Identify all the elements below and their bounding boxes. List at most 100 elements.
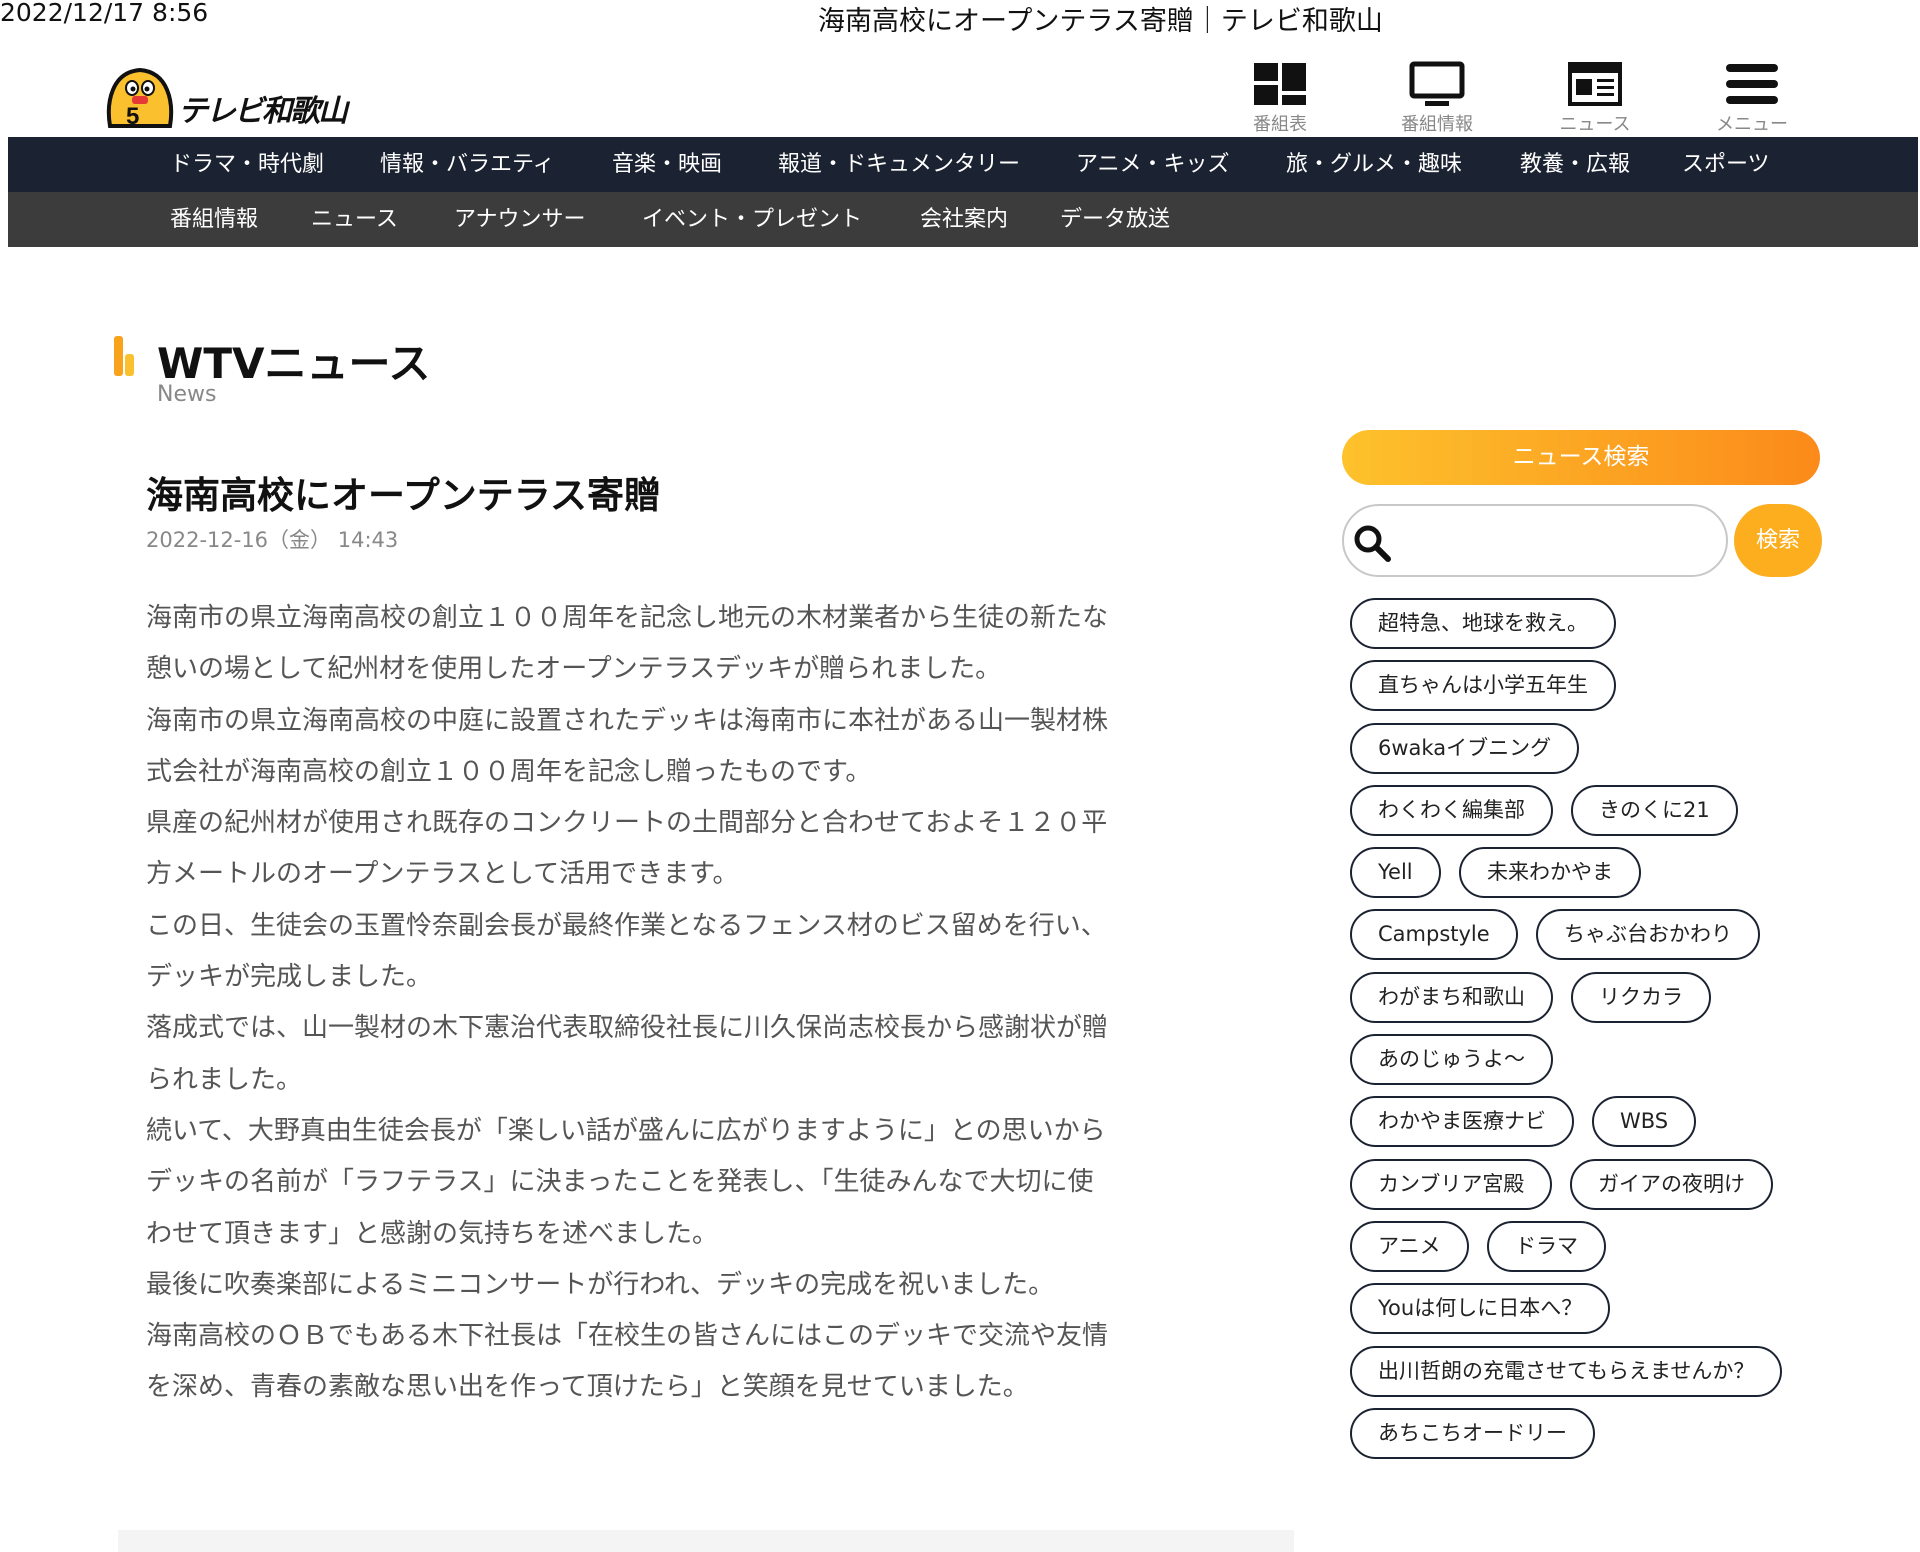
program-tag[interactable]: わくわく編集部: [1350, 784, 1553, 836]
top-nav-schedule[interactable]: 番組表: [1220, 60, 1340, 136]
top-icon-nav: 番組表 番組情報 ニュース メニュー: [1220, 60, 1820, 135]
program-tag[interactable]: 出川哲朗の充電させてもらえませんか？: [1350, 1345, 1783, 1397]
tag-row: あちこちオードリー: [1350, 1407, 1830, 1470]
program-tag[interactable]: わかやま医療ナビ: [1350, 1096, 1574, 1148]
program-tag[interactable]: あちこちオードリー: [1350, 1407, 1595, 1459]
tag-row: わくわく編集部 きのくに21: [1350, 784, 1830, 847]
article-line: 海南市の県立海南高校の創立１００周年を記念し地元の木材業者から生徒の新たな: [146, 603, 1109, 633]
article-line: 式会社が海南高校の創立１００周年を記念し贈ったものです。: [146, 756, 872, 787]
tag-row: Yell 未来わかやま: [1350, 847, 1830, 909]
genre-nav: ドラマ・時代劇 情報・バラエティ 音楽・映画 報道・ドキュメンタリー アニメ・キ…: [8, 137, 1918, 192]
nav-drama[interactable]: ドラマ・時代劇: [170, 137, 324, 192]
tag-row: わがまち和歌山 リクカラ: [1350, 971, 1830, 1034]
article-line: 海南高校のＯＢでもある木下社長は「在校生の皆さんにはこのデッキで交流や友情: [146, 1321, 1109, 1352]
program-tag[interactable]: WBS: [1592, 1096, 1697, 1148]
article-body: 海南市の県立海南高校の創立１００周年を記念し地元の木材業者から生徒の新たな 憩い…: [146, 593, 1266, 1414]
print-header: 2022/12/17 8:56 海南高校にオープンテラス寄贈｜テレビ和歌山: [0, 0, 1920, 40]
tag-row: Campstyle ちゃぶ台おかわり: [1350, 909, 1830, 971]
nav-music-movie[interactable]: 音楽・映画: [612, 137, 722, 192]
nav-anime-kids[interactable]: アニメ・キッズ: [1076, 137, 1230, 192]
section-bar-icon-small: [125, 354, 134, 376]
news-search-title: ニュース検索: [1342, 430, 1820, 485]
article-line: 海南市の県立海南高校の中庭に設置されたデッキは海南市に本社がある山一製材株: [146, 705, 1109, 736]
article-line: られました。: [146, 1064, 303, 1095]
article-line: 続いて、大野真由生徒会長が「楽しい話が盛んに広がりますように」との思いから: [146, 1115, 1106, 1146]
grid-icon: [1254, 63, 1306, 105]
nav-news[interactable]: ニュース: [311, 192, 398, 247]
program-tag-list: 超特急、地球を救え。 直ちゃんは小学五年生 6wakaイブニング わくわく編集部 きのく…: [1350, 598, 1830, 1470]
article-line: 憩いの場として紀州材を使用したオープンテラスデッキが贈られました。: [146, 654, 1002, 685]
top-nav-menu[interactable]: メニュー: [1692, 60, 1812, 136]
program-tag[interactable]: Youは何しに日本へ？: [1350, 1283, 1611, 1335]
tag-row: アニメ ドラマ: [1350, 1220, 1830, 1283]
print-date: 2022/12/17 8:56: [0, 0, 209, 27]
program-tag[interactable]: ガイアの夜明け: [1570, 1158, 1773, 1210]
program-tag[interactable]: わがまち和歌山: [1350, 971, 1553, 1023]
print-title: 海南高校にオープンテラス寄贈｜テレビ和歌山: [818, 6, 1383, 37]
article-line: デッキの名前が「ラフテラス」に決まったことを発表し、「生徒みんなで大切に使: [146, 1167, 1094, 1198]
program-tag[interactable]: カンブリア宮殿: [1350, 1158, 1553, 1210]
nav-company[interactable]: 会社案内: [920, 192, 1008, 247]
top-nav-programs-label: 番組情報: [1401, 114, 1473, 135]
program-tag[interactable]: Yell: [1350, 847, 1441, 899]
nav-data-broadcast[interactable]: データ放送: [1060, 192, 1170, 247]
article-line: 落成式では、山一製材の木下憲治代表取締役社長に川久保尚志校長から感謝状が贈: [146, 1013, 1109, 1044]
program-tag[interactable]: きのくに21: [1571, 784, 1738, 836]
article-line: 県産の紀州材が使用され既存のコンクリートの土間部分と合わせておよそ１２０平: [146, 808, 1108, 839]
top-nav-news-label: ニュース: [1559, 114, 1631, 135]
article-title: 海南高校にオープンテラス寄贈: [146, 474, 662, 517]
top-nav-menu-label: メニュー: [1716, 114, 1788, 135]
program-tag[interactable]: ちゃぶ台おかわり: [1536, 909, 1760, 961]
nav-documentary[interactable]: 報道・ドキュメンタリー: [778, 137, 1020, 192]
article-date: 2022-12-16（金） 14:43: [146, 528, 399, 552]
program-tag[interactable]: 6wakaイブニング: [1350, 722, 1580, 774]
nav-announcer[interactable]: アナウンサー: [454, 192, 586, 247]
section-bar-icon: [114, 336, 123, 376]
nav-education[interactable]: 教養・広報: [1520, 137, 1630, 192]
nav-sports[interactable]: スポーツ: [1682, 137, 1770, 192]
newspaper-icon: [1568, 62, 1622, 106]
tag-row: わかやま医療ナビ WBS: [1350, 1096, 1830, 1158]
nav-program-info[interactable]: 番組情報: [170, 192, 258, 247]
article-line: を深め、青春の素敵な思い出を作って頂けたら」と笑顔を見せていました。: [146, 1372, 1029, 1403]
program-tag[interactable]: ドラマ: [1487, 1220, 1606, 1272]
article-line: 最後に吹奏楽部によるミニコンサートが行われ、デッキの完成を祝いました。: [146, 1269, 1055, 1300]
tag-row: 出川哲朗の充電させてもらえませんか？: [1350, 1345, 1830, 1408]
program-tag[interactable]: Campstyle: [1350, 909, 1518, 961]
site-nav: 番組情報 ニュース アナウンサー イベント・プレゼント 会社案内 データ放送: [8, 192, 1918, 247]
tag-row: 直ちゃんは小学五年生: [1350, 660, 1830, 722]
program-tag[interactable]: アニメ: [1350, 1220, 1469, 1272]
program-tag[interactable]: 直ちゃんは小学五年生: [1350, 660, 1616, 712]
program-tag[interactable]: 未来わかやま: [1459, 847, 1641, 899]
logo-text: テレビ和歌山: [178, 94, 348, 129]
search-icon: [1354, 525, 1391, 562]
tag-row: Youは何しに日本へ？: [1350, 1283, 1830, 1345]
nav-variety[interactable]: 情報・バラエティ: [380, 137, 555, 192]
site-logo[interactable]: 5 テレビ和歌山: [102, 62, 392, 132]
section-subtitle: News: [157, 382, 217, 407]
program-tag[interactable]: リクカラ: [1571, 971, 1711, 1023]
search-input[interactable]: [1404, 518, 1704, 564]
article-line: 方メートルのオープンテラスとして活用できます。: [146, 859, 739, 890]
top-nav-schedule-label: 番組表: [1253, 114, 1307, 135]
tag-row: あのじゅうよ～: [1350, 1034, 1830, 1096]
tag-row: 超特急、地球を救え。: [1350, 598, 1830, 660]
bottom-panel: [118, 1530, 1294, 1552]
top-nav-news[interactable]: ニュース: [1535, 60, 1655, 136]
mascot-logo-icon: 5: [106, 67, 174, 130]
svg-text:5: 5: [126, 103, 139, 130]
article-line: この日、生徒会の玉置怜奈副会長が最終作業となるフェンス材のビス留めを行い、: [146, 910, 1107, 941]
nav-travel-gourmet[interactable]: 旅・グルメ・趣味: [1286, 137, 1462, 192]
nav-event-present[interactable]: イベント・プレゼント: [642, 192, 862, 247]
program-tag[interactable]: 超特急、地球を救え。: [1350, 598, 1616, 649]
top-nav-programs[interactable]: 番組情報: [1377, 60, 1497, 136]
tag-row: 6wakaイブニング: [1350, 722, 1830, 785]
article-line: デッキが完成しました。: [146, 962, 433, 993]
article-line: わせて頂きます」と感謝の気持ちを述べました。: [146, 1218, 719, 1249]
search-button[interactable]: 検索: [1734, 504, 1822, 577]
monitor-icon: [1409, 61, 1465, 106]
tag-row: カンブリア宮殿 ガイアの夜明け: [1350, 1158, 1830, 1221]
program-tag[interactable]: あのじゅうよ～: [1350, 1034, 1553, 1086]
hamburger-icon: [1726, 64, 1778, 104]
search-box[interactable]: [1342, 504, 1728, 577]
